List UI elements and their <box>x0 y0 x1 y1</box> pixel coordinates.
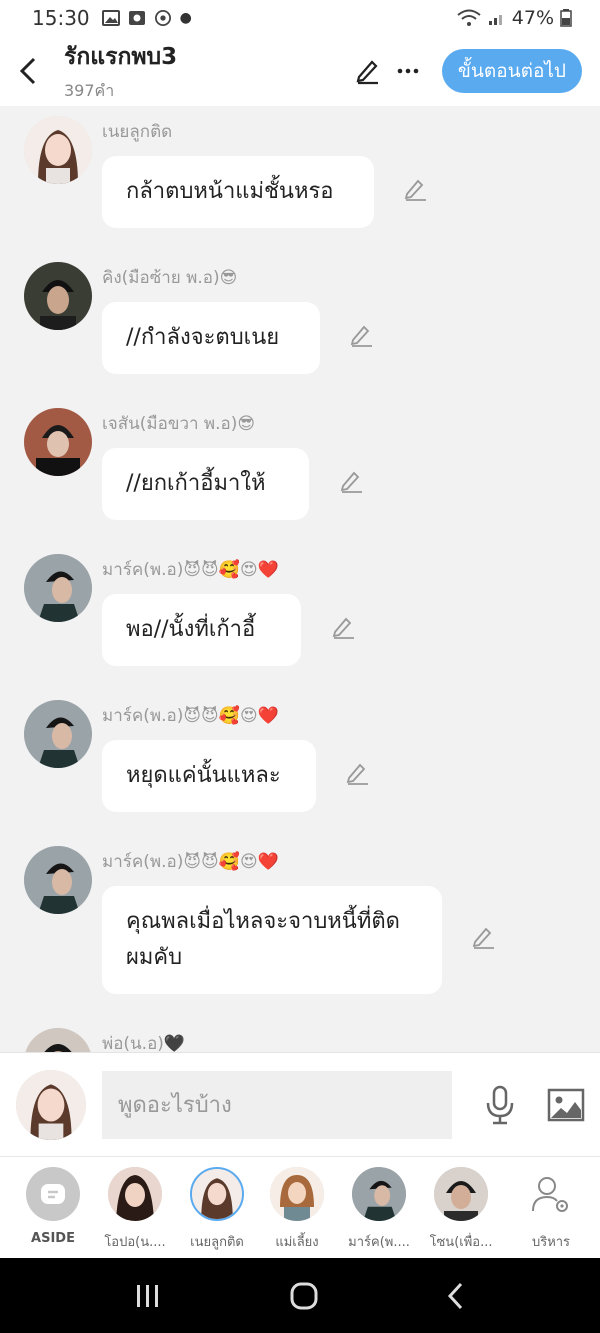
image-icon <box>547 1088 585 1121</box>
character-avatar <box>108 1167 162 1221</box>
message-bubble[interactable]: พอ//นั้งที่เก้าอี้ <box>102 594 301 666</box>
avatar[interactable] <box>24 846 92 914</box>
microphone-icon <box>486 1085 514 1124</box>
character-avatar <box>190 1167 244 1221</box>
avatar[interactable] <box>24 554 92 622</box>
input-bar: พูดอะไรบ้าง <box>0 1052 600 1156</box>
character-bar: ASIDE โอปอ(น.... เนยลูกติด แม่เลี้ยง มาร… <box>0 1156 600 1258</box>
edit-icon[interactable] <box>470 924 496 950</box>
signal-icon <box>488 15 502 25</box>
character-avatar <box>352 1167 406 1221</box>
character-item[interactable]: แม่เลี้ยง <box>262 1167 332 1252</box>
message-input[interactable]: พูดอะไรบ้าง <box>102 1070 452 1139</box>
system-nav-bar <box>0 1258 600 1333</box>
message-bubble[interactable]: //ยกเก้าอี้มาให้ <box>102 448 309 520</box>
notification-dot-icon: ● <box>179 10 192 26</box>
battery-percent: 47% <box>511 7 554 29</box>
character-item[interactable]: โอปอ(น.... <box>100 1167 170 1252</box>
voice-button[interactable] <box>480 1080 520 1130</box>
edit-icon[interactable] <box>330 614 356 640</box>
pencil-icon <box>356 60 378 85</box>
message-bubble[interactable]: หยุดแค่นั้นแหละ <box>102 740 316 812</box>
image-button[interactable] <box>544 1083 588 1127</box>
sender-name: พ่อ(น.อ)🖤 <box>102 1034 186 1052</box>
edit-title-button[interactable] <box>348 51 388 91</box>
manage-people-icon <box>532 1177 568 1212</box>
character-item[interactable]: โซน(เพื่อ... <box>426 1167 496 1252</box>
character-avatar <box>434 1167 488 1221</box>
sender-name: มาร์ค(พ.อ)😈😈🥰😍❤️ <box>102 560 279 580</box>
character-avatar <box>270 1167 324 1221</box>
avatar[interactable] <box>24 408 92 476</box>
character-label: บริหาร <box>531 1235 571 1250</box>
avatar[interactable] <box>24 116 92 184</box>
recent-apps-icon[interactable] <box>134 1283 162 1309</box>
character-label: เนยลูกติด <box>190 1235 244 1250</box>
current-speaker-avatar[interactable] <box>16 1069 86 1140</box>
more-icon <box>397 68 419 74</box>
status-time: 15:30 <box>32 6 90 30</box>
character-label: โซน(เพื่อ... <box>429 1235 493 1250</box>
page-title: รักแรกพบ3 <box>64 43 178 70</box>
aside-chat-icon <box>41 1184 65 1204</box>
edit-icon[interactable] <box>344 760 370 786</box>
character-label: ASIDE <box>31 1231 75 1246</box>
back-button[interactable] <box>0 36 56 106</box>
character-item[interactable]: เนยลูกติด <box>182 1167 252 1252</box>
camera-icon <box>128 11 145 25</box>
message-bubble[interactable]: กล้าตบหน้าแม่ชั้นหรอ <box>102 156 374 228</box>
sender-name: เนยลูกติด <box>102 122 173 142</box>
character-item[interactable]: มาร์ค(พ.... <box>344 1167 414 1252</box>
home-icon[interactable] <box>289 1281 319 1311</box>
character-aside[interactable]: ASIDE <box>18 1167 88 1246</box>
manage-icon-wrap <box>524 1167 578 1221</box>
edit-icon[interactable] <box>348 322 374 348</box>
wifi-icon <box>457 9 481 26</box>
back-arrow-icon <box>19 57 36 85</box>
aside-circle <box>26 1167 80 1221</box>
next-step-button[interactable]: ขั้นตอนต่อไป <box>441 49 582 93</box>
back-nav-icon[interactable] <box>446 1281 466 1311</box>
sender-name: คิง(มือซ้าย พ.อ)😎 <box>102 268 238 288</box>
sender-name: มาร์ค(พ.อ)😈😈🥰😍❤️ <box>102 706 279 726</box>
gallery-icon <box>101 10 120 26</box>
character-label: โอปอ(น.... <box>104 1235 166 1250</box>
sender-name: เจสัน(มือขวา พ.อ)😎 <box>102 414 256 434</box>
message-list[interactable]: เนยลูกติด กล้าตบหน้าแม่ชั้นหรอ คิง(มือซ้… <box>0 106 600 1052</box>
title-block: รักแรกพบ3 397คำ <box>64 39 177 104</box>
more-options-button[interactable] <box>388 51 428 91</box>
sender-name: มาร์ค(พ.อ)😈😈🥰😍❤️ <box>102 852 279 872</box>
edit-icon[interactable] <box>402 176 428 202</box>
header: รักแรกพบ3 397คำ ขั้นตอนต่อไป <box>0 36 600 106</box>
message-bubble[interactable]: //กำลังจะตบเนย <box>102 302 320 374</box>
avatar[interactable] <box>24 262 92 330</box>
battery-icon <box>560 9 572 27</box>
avatar[interactable] <box>24 1028 92 1052</box>
edit-icon[interactable] <box>338 468 364 494</box>
word-count: 397คำ <box>64 80 115 100</box>
message-bubble[interactable]: คุณพลเมื่อไหลจะจาบหนี้ที่ติดผมคับ <box>102 886 442 994</box>
chrome-icon <box>154 10 171 26</box>
manage-characters-button[interactable]: บริหาร <box>516 1167 586 1252</box>
character-label: มาร์ค(พ.... <box>348 1235 410 1250</box>
status-bar: 15:30 ● 47% <box>0 0 600 36</box>
avatar[interactable] <box>24 700 92 768</box>
character-label: แม่เลี้ยง <box>275 1235 319 1250</box>
